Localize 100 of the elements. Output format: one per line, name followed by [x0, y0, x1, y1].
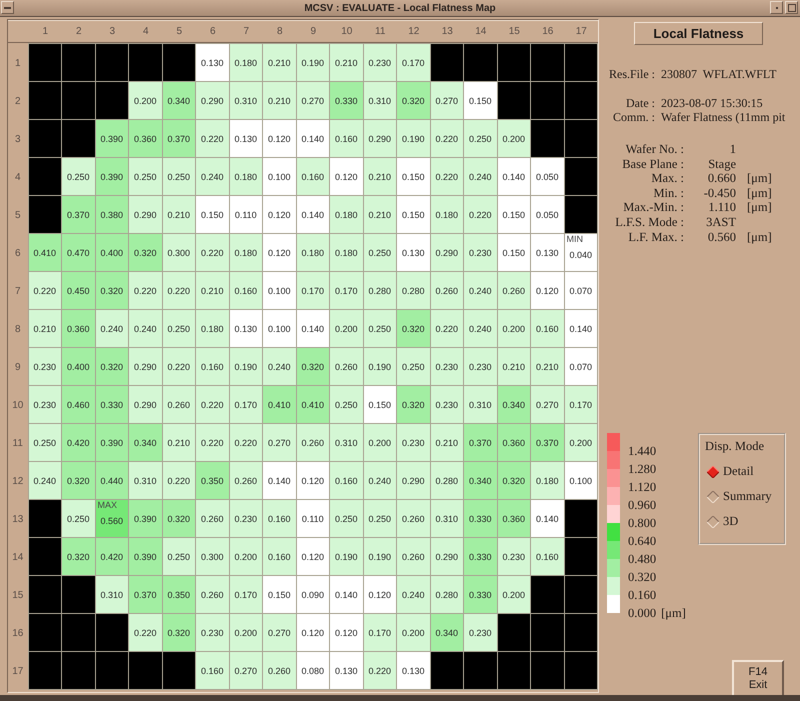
radio-diamond-icon[interactable] [707, 516, 719, 528]
table-cell: 0.390 [96, 424, 128, 461]
masked-cell [564, 196, 597, 233]
table-cell: 0.330 [464, 576, 496, 613]
masked-cell [28, 652, 61, 689]
table-cell: 0.210 [162, 424, 195, 461]
table-cell: 0.260 [162, 386, 195, 423]
table-cell: 0.240 [196, 158, 228, 195]
table-cell: 0.150 [464, 82, 496, 119]
table-cell: 0.070 [564, 348, 597, 385]
table-cell: 0.290 [430, 538, 463, 575]
table-cell: 0.420 [96, 538, 128, 575]
masked-cell [564, 538, 597, 575]
stat-value: Stage [707, 156, 736, 172]
masked-cell [96, 652, 128, 689]
masked-cell [464, 44, 496, 81]
table-cell: 0.130 [531, 234, 564, 271]
table-cell: 0.350 [196, 462, 228, 499]
table-cell: 0.330 [464, 538, 496, 575]
stat-value: 3AST [705, 214, 736, 230]
table-cell: 0.050 [531, 158, 564, 195]
stat-value: 1.110 [707, 200, 736, 215]
table-cell: 0.250 [162, 538, 195, 575]
column-header: 1 [41, 24, 50, 38]
minimize-button[interactable] [770, 1, 783, 14]
radio-diamond-icon[interactable] [707, 490, 719, 503]
table-cell: 0.370 [129, 576, 162, 613]
radio-diamond-filled-icon[interactable] [707, 466, 719, 478]
info-value: 2023-08-07 15:30:15 [661, 96, 764, 110]
table-cell: 0.160 [531, 310, 564, 347]
table-cell: 0.220 [196, 120, 228, 157]
table-cell: 0.210 [498, 348, 530, 385]
table-cell: 0.390 [129, 500, 162, 537]
info-label: Date : [625, 96, 655, 110]
table-cell: 0.240 [464, 272, 496, 309]
table-cell: 0.230 [430, 348, 463, 385]
table-cell: 0.260 [296, 424, 329, 461]
masked-cell [498, 652, 530, 689]
table-cell: 0.360 [498, 424, 530, 461]
legend-label: 0.960 [628, 498, 656, 513]
info-value: 230807 WFLAT.WFLT [661, 67, 778, 81]
table-cell: 0.310 [364, 82, 396, 119]
column-header: 6 [208, 24, 217, 38]
masked-cell [28, 196, 61, 233]
table-cell: 0.240 [263, 348, 296, 385]
radio-option[interactable]: 3D [707, 509, 784, 534]
table-cell: 0.290 [129, 348, 162, 385]
masked-cell [28, 500, 61, 537]
table-cell: 0.050 [531, 196, 564, 233]
table-cell: 0.190 [364, 348, 396, 385]
table-cell: 0.240 [96, 310, 128, 347]
table-cell: 0.320 [62, 462, 94, 499]
table-cell: 0.250 [464, 120, 496, 157]
table-cell: 0.190 [330, 538, 362, 575]
stat-value: 0.560 [706, 230, 736, 244]
column-header: 10 [340, 24, 354, 38]
info-label: Comm. : [612, 110, 655, 124]
table-cell: 0.090 [296, 576, 329, 613]
masked-cell [62, 44, 94, 81]
legend-label: 1.120 [628, 480, 656, 495]
table-cell: 0.260 [498, 272, 530, 309]
table-cell: 0.410 [296, 386, 329, 423]
row-header: 4 [14, 170, 22, 184]
exit-button[interactable]: F14 Exit [732, 660, 784, 695]
table-cell: 0.230 [498, 538, 530, 575]
masked-cell [162, 652, 195, 689]
table-cell: 0.260 [330, 348, 362, 385]
table-cell: 0.290 [129, 196, 162, 233]
masked-cell [28, 158, 61, 195]
row-header: 6 [14, 246, 22, 260]
table-cell: 0.130 [230, 310, 262, 347]
table-cell: 0.190 [230, 348, 262, 385]
row-header: 9 [14, 360, 22, 374]
table-cell: 0.410 [28, 234, 61, 271]
table-cell: 0.200 [498, 310, 530, 347]
stat-value: 0.660 [706, 171, 736, 186]
window-menu-button[interactable] [1, 1, 14, 14]
table-cell: 0.250 [364, 234, 396, 271]
table-cell: 0.210 [196, 272, 228, 309]
radio-option[interactable]: Detail [707, 459, 784, 484]
maximize-button[interactable] [785, 1, 798, 14]
stat-unit: [μm] [746, 200, 773, 215]
masked-cell [564, 44, 597, 81]
table-cell: 0.290 [430, 234, 463, 271]
masked-cell [129, 652, 162, 689]
column-header: 7 [242, 24, 250, 38]
table-cell: 0.300 [196, 538, 228, 575]
table-cell: 0.410 [263, 386, 296, 423]
table-cell: 0.280 [430, 576, 463, 613]
table-cell: 0.220 [196, 424, 228, 461]
table-cell: 0.260 [397, 500, 430, 537]
stat-label: Wafer No. : [624, 142, 684, 157]
table-cell: 0.170 [330, 272, 362, 309]
table-cell: 0.330 [464, 500, 496, 537]
radio-option[interactable]: Summary [707, 484, 784, 510]
table-cell: 0.170 [296, 272, 329, 309]
table-cell: 0.370 [62, 196, 94, 233]
table-cell: 0.200 [230, 614, 262, 651]
table-cell: 0.250 [330, 386, 362, 423]
masked-cell [564, 576, 597, 613]
